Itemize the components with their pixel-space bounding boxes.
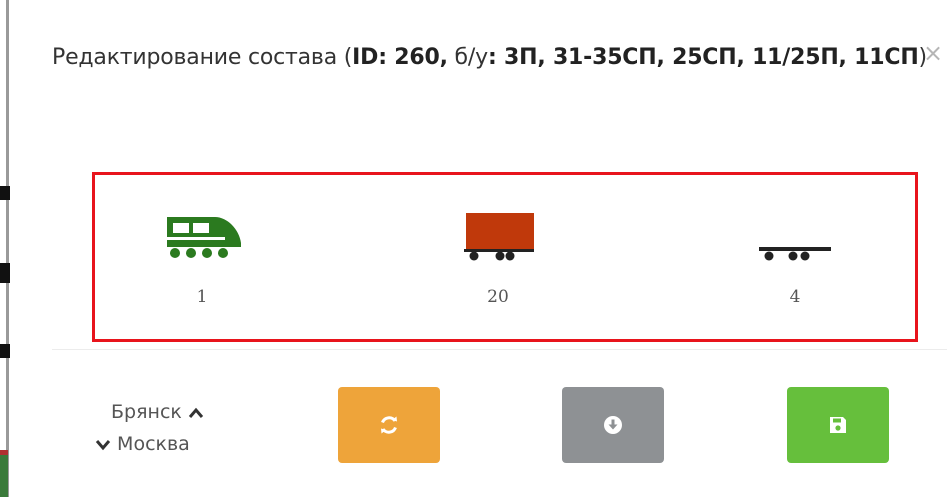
- page-backdrop-mark: [0, 455, 8, 497]
- modal-title: Редактирование состава (ID: 260, б/у: 3П…: [52, 40, 932, 76]
- edit-train-modal: Редактирование состава (ID: 260, б/у: 3П…: [0, 0, 947, 497]
- used-values: : 3П, 31-35СП, 25СП, 11/25П, 11СП: [487, 45, 919, 70]
- flatcar-icon: [759, 247, 831, 261]
- page-backdrop-border: [6, 0, 9, 497]
- chevron-down-icon: [95, 439, 111, 450]
- train-id: ID: 260,: [352, 45, 448, 70]
- boxcar-icon: [464, 213, 534, 261]
- wagon-count: 20: [487, 287, 509, 307]
- page-backdrop-edge: [0, 0, 10, 497]
- page-backdrop-mark: [0, 186, 10, 200]
- stock-item-wagon[interactable]: 20: [462, 175, 534, 339]
- route-from[interactable]: Брянск: [95, 396, 235, 428]
- used-label: б/у: [447, 45, 489, 70]
- close-button[interactable]: ×: [922, 40, 944, 66]
- rolling-stock-panel: 1 20 4: [92, 172, 918, 342]
- chevron-up-icon: [188, 407, 204, 418]
- route-selector: Брянск Москва: [95, 396, 235, 460]
- floppy-disk-icon: [830, 417, 846, 433]
- footer-divider: [52, 349, 947, 350]
- stock-item-platform[interactable]: 4: [757, 175, 833, 339]
- page-backdrop-mark: [0, 344, 10, 358]
- route-from-label: Брянск: [111, 401, 182, 423]
- locomotive-icon: [167, 217, 241, 258]
- page-backdrop-mark: [0, 263, 10, 283]
- download-icon: [604, 416, 622, 434]
- title-prefix: Редактирование состава (: [52, 45, 353, 70]
- save-button[interactable]: [787, 387, 889, 463]
- locomotive-count: 1: [196, 287, 208, 307]
- route-to-label: Москва: [117, 433, 190, 455]
- refresh-icon: [381, 416, 397, 434]
- download-button[interactable]: [562, 387, 664, 463]
- platform-count: 4: [789, 287, 801, 307]
- refresh-button[interactable]: [338, 387, 440, 463]
- stock-item-locomotive[interactable]: 1: [157, 175, 247, 339]
- route-to[interactable]: Москва: [95, 428, 235, 460]
